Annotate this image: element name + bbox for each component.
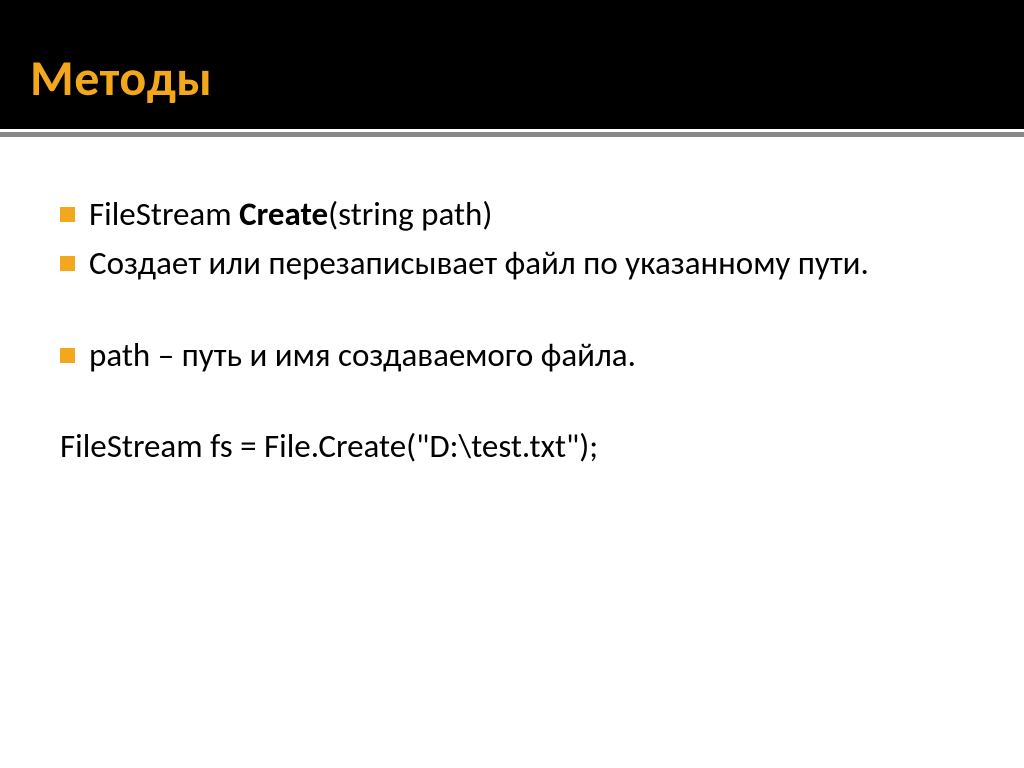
slide: Методы FileStream Create(string path) Со… bbox=[0, 0, 1024, 768]
text-bold: Create bbox=[239, 194, 328, 234]
bullet-icon bbox=[60, 256, 75, 271]
slide-content: FileStream Create(string path) Создает и… bbox=[0, 142, 1024, 508]
slide-header: Методы bbox=[0, 0, 1024, 132]
item-text: Создает или перезаписывает файл по указа… bbox=[89, 241, 964, 286]
bullet-icon bbox=[60, 348, 75, 363]
list-item: FileStream Create(string path) bbox=[60, 192, 964, 237]
bullet-icon bbox=[60, 207, 75, 222]
item-text: path – путь и имя создаваемого файла. bbox=[89, 333, 964, 378]
text-segment: FileStream bbox=[89, 194, 239, 234]
spacer bbox=[60, 289, 964, 333]
text-segment: (string path) bbox=[328, 194, 492, 234]
list-item: path – путь и имя создаваемого файла. bbox=[60, 333, 964, 378]
slide-title: Методы bbox=[30, 48, 994, 109]
list-item: Создает или перезаписывает файл по указа… bbox=[60, 241, 964, 286]
code-line: FileStream fs = File.Create("D:\test.txt… bbox=[60, 424, 964, 469]
item-text: FileStream Create(string path) bbox=[89, 192, 964, 237]
